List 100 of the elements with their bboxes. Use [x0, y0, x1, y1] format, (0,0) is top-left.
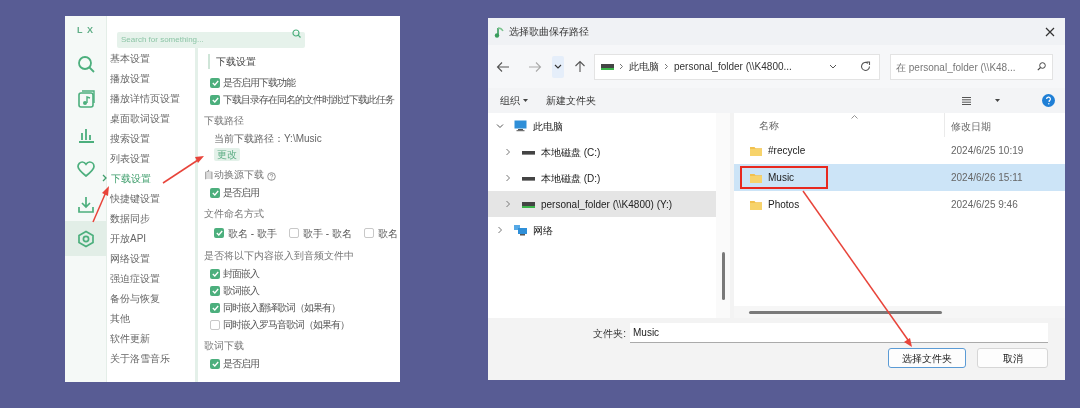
chevron-right-icon [664, 63, 669, 70]
view-list-icon[interactable] [962, 96, 971, 105]
file-name: Photos [768, 198, 800, 212]
path-text: 当前下载路径：Y:\Music [214, 131, 322, 146]
sort-caret-icon[interactable] [851, 115, 858, 119]
sidebar-item[interactable]: 快捷键设置 [110, 188, 195, 208]
sidebar-item[interactable]: 强迫症设置 [110, 268, 195, 288]
caret-down-icon[interactable] [995, 99, 1000, 102]
checkbox[interactable] [210, 77, 220, 88]
modified-date: 2024/6/26 15:11 [950, 171, 1023, 185]
chevron-down-icon [554, 64, 562, 69]
file-row[interactable]: Music 2024/6/26 15:11 [734, 164, 1065, 191]
tree-item[interactable]: 网络 [488, 217, 716, 243]
checkmark-icon [211, 304, 219, 311]
tree-item[interactable]: 本地磁盘 (D:) [488, 165, 716, 191]
sidebar-item[interactable]: 下载设置 [110, 168, 195, 188]
search-icon [1037, 62, 1046, 71]
settings-icon [76, 229, 95, 248]
checkbox[interactable] [288, 228, 299, 238]
scrollbar-thumb[interactable] [749, 310, 942, 314]
modified-date: 2024/6/25 9:46 [950, 198, 1018, 212]
chevron-down-icon[interactable] [829, 64, 837, 69]
network-drive-icon [601, 62, 614, 71]
sidebar-item[interactable]: 搜索设置 [110, 128, 195, 148]
checkbox-label: 歌词嵌入 [223, 284, 259, 298]
address-bar[interactable]: 此电脑 personal_folder (\\K4800... [594, 53, 880, 80]
file-row[interactable]: #recycle 2024/6/25 10:19 [734, 137, 1065, 164]
nav-rail-button[interactable] [65, 221, 106, 256]
checkbox[interactable] [210, 319, 220, 330]
checkbox-label: 同时嵌入翻译歌词（如果有） [223, 301, 340, 315]
up-arrow-icon[interactable] [574, 60, 586, 73]
field-label: 文件夹: [593, 326, 626, 341]
file-name: #recycle [768, 144, 806, 158]
column-header[interactable]: 修改日期 [951, 121, 991, 132]
sidebar-item[interactable]: 其他 [110, 308, 195, 328]
folder-icon [750, 172, 762, 183]
tree-item[interactable]: 此电脑 [488, 113, 716, 139]
sidebar-item[interactable]: 播放设置 [110, 68, 195, 88]
tree-item[interactable]: 本地磁盘 (C:) [488, 139, 716, 165]
checkbox[interactable] [210, 302, 220, 313]
modified-date: 2024/6/25 10:19 [950, 144, 1024, 158]
annotation-arrow [92, 186, 109, 223]
toolbar-button[interactable]: 组织 [500, 93, 528, 108]
sidebar-item[interactable]: 列表设置 [110, 148, 195, 168]
folder-icon [750, 145, 762, 156]
heart-icon [76, 159, 95, 178]
music-note-icon [76, 89, 95, 108]
chevron-right-icon[interactable] [504, 200, 512, 208]
checkbox[interactable] [210, 268, 220, 279]
file-row[interactable]: Photos 2024/6/25 9:46 [734, 191, 1065, 218]
checkbox-label: 是否启用 [223, 357, 259, 371]
checkbox[interactable] [210, 187, 220, 198]
field-label: 自动换源下载 [204, 168, 264, 182]
checkbox[interactable] [363, 228, 374, 238]
sidebar-item[interactable]: 关于洛雪音乐 [110, 348, 195, 368]
sidebar-item[interactable]: 基本设置 [110, 48, 195, 68]
checkmark-icon [211, 270, 219, 277]
refresh-icon[interactable] [860, 61, 871, 72]
checkbox[interactable] [210, 94, 220, 105]
dialog-button[interactable]: 取消 [977, 348, 1048, 368]
sidebar-item[interactable]: 数据同步 [110, 208, 195, 228]
checkbox-label: 歌手 - 歌名 [302, 226, 352, 241]
sidebar-item[interactable]: 开放API [110, 228, 195, 248]
chevron-right-icon[interactable] [504, 174, 512, 182]
chevron-right-icon [619, 63, 624, 70]
folder-name-field[interactable]: Music [630, 323, 1048, 343]
scrollbar-thumb[interactable] [721, 252, 725, 300]
chevron-right-icon[interactable] [496, 226, 504, 234]
search-field[interactable]: 在 personal_folder (\\K48... [890, 54, 1053, 80]
tree-label: 网络 [533, 223, 553, 238]
folder-icon [750, 199, 762, 210]
back-arrow-icon[interactable] [496, 60, 510, 73]
breadcrumb-item[interactable]: personal_folder (\\K4800... [674, 59, 792, 74]
sidebar-item[interactable]: 网络设置 [110, 248, 195, 268]
checkmark-icon [211, 360, 219, 367]
chevron-right-icon[interactable] [504, 148, 512, 156]
checkmark-icon [211, 189, 219, 196]
tree-item[interactable]: personal_folder (\\K4800) (Y:) [488, 191, 716, 217]
history-dropdown[interactable] [552, 55, 564, 78]
help-icon[interactable] [1042, 94, 1055, 107]
dialog-button[interactable]: 选择文件夹 [888, 348, 966, 368]
breadcrumb-item[interactable]: 此电脑 [629, 59, 659, 74]
checkbox[interactable] [214, 228, 224, 238]
sidebar-item[interactable]: 软件更新 [110, 328, 195, 348]
search-icon [292, 28, 301, 38]
sidebar-item[interactable]: 播放详情页设置 [110, 88, 195, 108]
close-icon[interactable] [1045, 26, 1055, 37]
tree-label: 此电脑 [533, 119, 563, 134]
forward-arrow-icon[interactable] [528, 60, 542, 73]
section-heading: 下载设置 [208, 53, 256, 69]
search-field[interactable]: Search for something... [117, 31, 305, 48]
checkmark-icon [211, 79, 219, 86]
sidebar-item[interactable]: 桌面歌词设置 [110, 108, 195, 128]
tree-label: 本地磁盘 (D:) [541, 171, 601, 186]
toolbar-button[interactable]: 新建文件夹 [546, 93, 596, 108]
sidebar-item[interactable]: 备份与恢复 [110, 288, 195, 308]
checkbox[interactable] [210, 358, 220, 369]
checkbox[interactable] [210, 285, 220, 296]
column-header[interactable]: 名称 [759, 117, 779, 133]
search-icon [76, 54, 95, 73]
